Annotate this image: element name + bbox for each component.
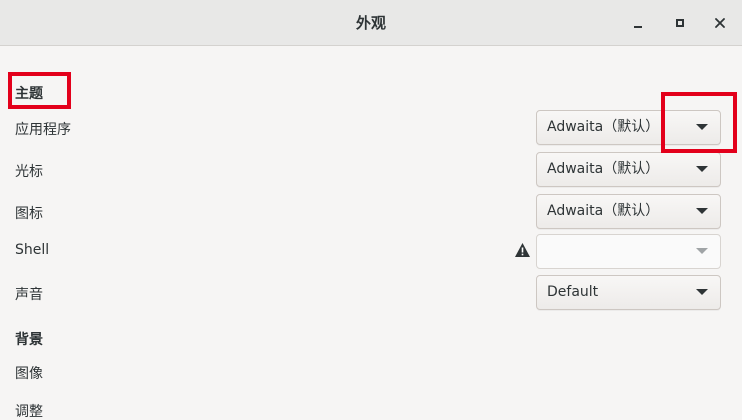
shell-theme-dropdown[interactable] — [536, 234, 721, 269]
chevron-down-icon — [696, 208, 708, 214]
cursor-theme-value: Adwaita（默认） — [547, 161, 660, 177]
maximize-button[interactable] — [669, 12, 691, 34]
minimize-button[interactable] — [627, 12, 649, 34]
row-label-icons: 图标 — [15, 206, 43, 222]
cursor-theme-dropdown[interactable]: Adwaita（默认） — [536, 152, 721, 187]
icons-theme-dropdown[interactable]: Adwaita（默认） — [536, 194, 721, 229]
row-label-image[interactable]: 图像 — [15, 363, 43, 383]
chevron-down-icon — [696, 289, 708, 295]
maximize-icon — [676, 19, 684, 27]
chevron-down-icon — [696, 166, 708, 172]
close-icon — [715, 18, 725, 28]
chevron-down-icon — [696, 124, 708, 130]
applications-theme-dropdown[interactable]: Adwaita（默认） — [536, 110, 721, 145]
minimize-icon — [634, 26, 642, 28]
sound-theme-dropdown[interactable]: Default — [536, 275, 721, 310]
applications-theme-value: Adwaita（默认） — [547, 119, 660, 135]
title-bar: 外观 — [0, 0, 742, 46]
row-label-cursor: 光标 — [15, 164, 43, 180]
row-label-sound: 声音 — [15, 287, 43, 303]
sound-theme-value: Default — [547, 284, 599, 300]
background-section-header: 背景 — [15, 332, 43, 348]
close-button[interactable] — [709, 12, 731, 34]
themes-section-header: 主题 — [15, 86, 43, 102]
icons-theme-value: Adwaita（默认） — [547, 203, 660, 219]
settings-content: 主题 应用程序 Adwaita（默认） 光标 Adwaita（默认） 图标 Ad… — [0, 47, 742, 420]
row-label-shell: Shell — [15, 242, 50, 258]
chevron-down-icon — [696, 248, 708, 254]
warning-icon — [515, 243, 530, 257]
row-label-applications: 应用程序 — [15, 122, 71, 138]
row-label-adjustment[interactable]: 调整 — [15, 401, 43, 420]
